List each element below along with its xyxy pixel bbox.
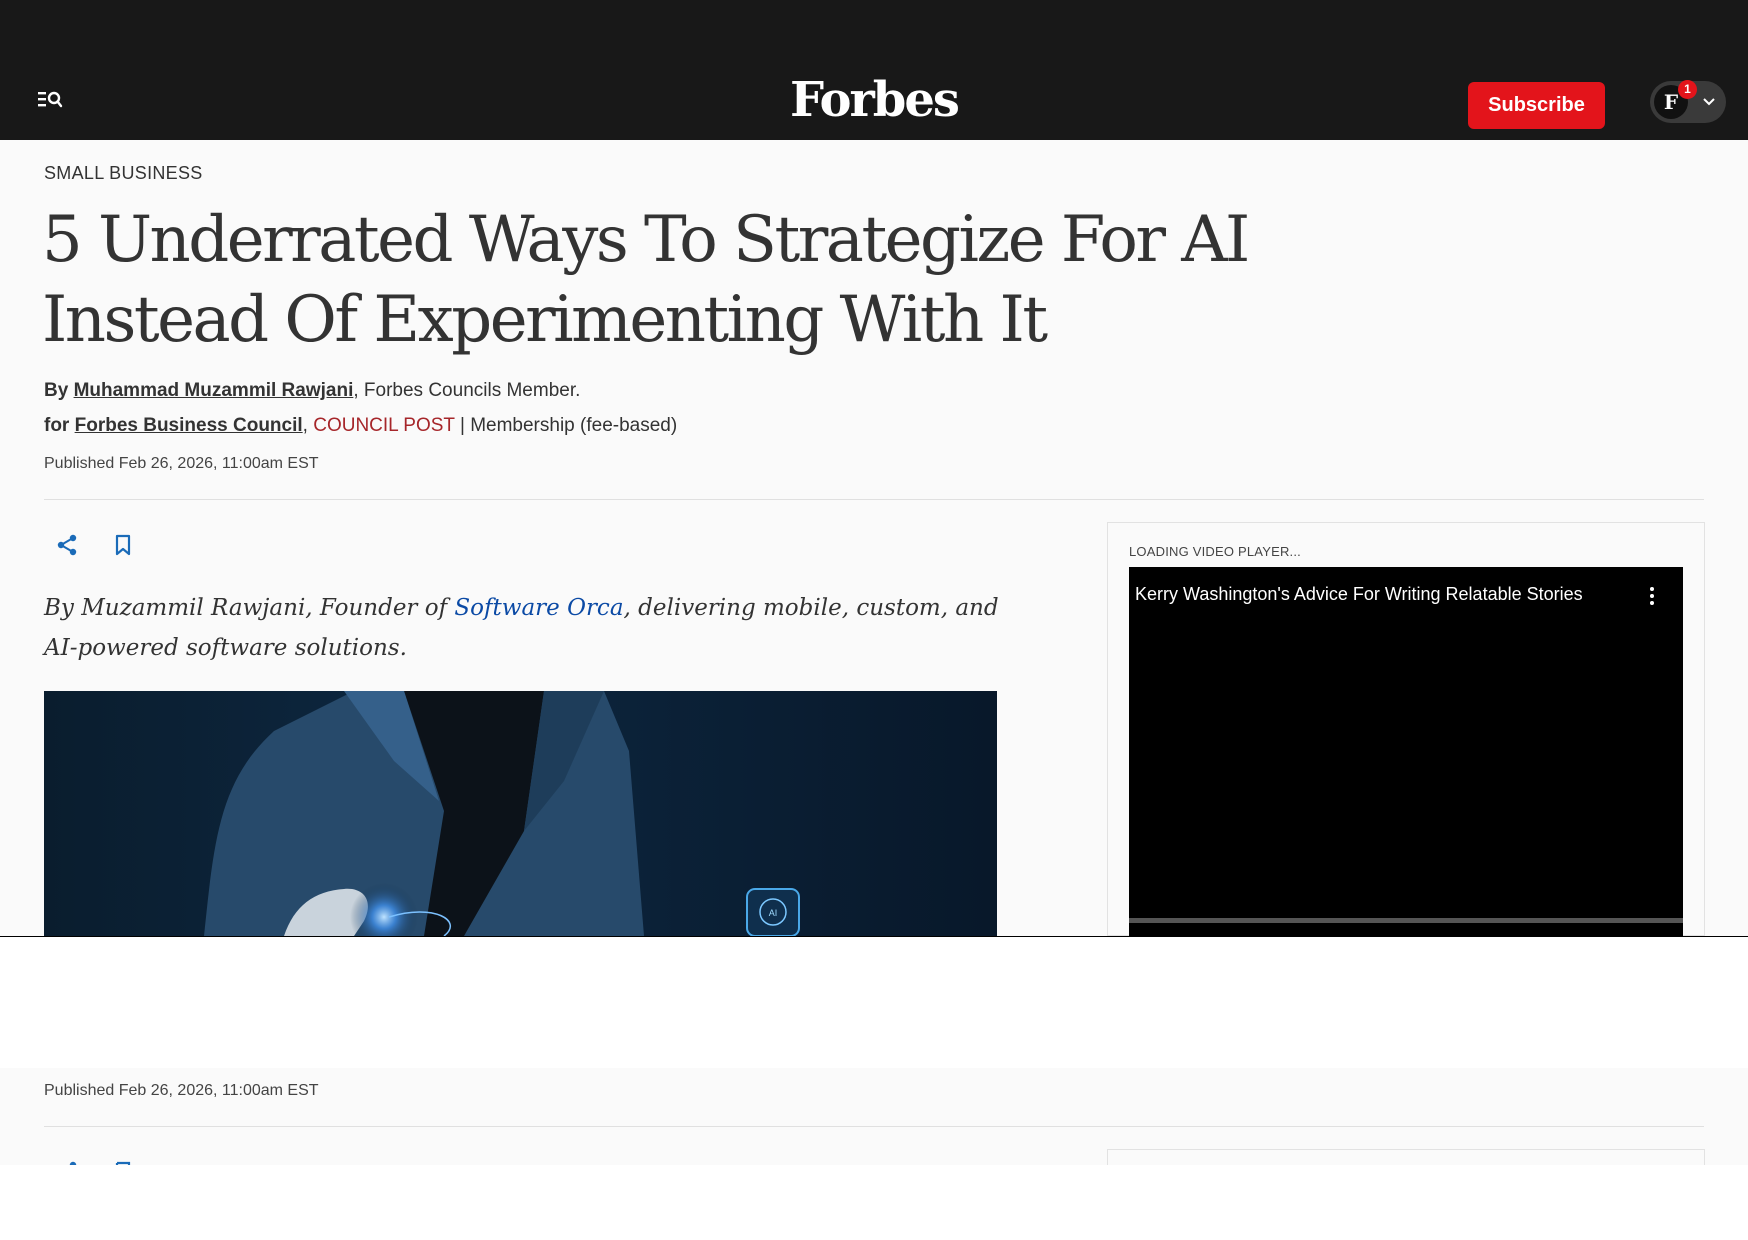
hero-image: AI — [44, 691, 997, 936]
software-orca-link[interactable]: Software Orca — [454, 595, 623, 621]
more-vertical-icon[interactable] — [1644, 585, 1660, 607]
published-date: Published Feb 26, 2026, 11:00am EST — [44, 455, 319, 472]
top-navigation-bar: Forbes Subscribe F 1 — [0, 0, 1748, 140]
bookmark-icon[interactable] — [112, 1160, 134, 1165]
for-prefix: for — [44, 415, 70, 436]
account-menu[interactable]: F 1 — [1650, 80, 1726, 123]
ai-chip-icon: AI — [746, 888, 800, 936]
council-link[interactable]: Forbes Business Council — [75, 415, 303, 436]
article-headline: 5 Underrated Ways To Strategize For AI I… — [42, 203, 1250, 357]
ai-badge-label: AI — [769, 908, 778, 918]
video-panel-repeat — [1107, 1149, 1705, 1165]
video-player[interactable]: Kerry Washington's Advice For Writing Re… — [1129, 567, 1683, 936]
published-date-repeat: Published Feb 26, 2026, 11:00am EST — [44, 1082, 319, 1099]
video-loading-label: LOADING VIDEO PLAYER... — [1129, 544, 1301, 559]
viewport-edge-line — [0, 936, 1748, 937]
subscribe-button[interactable]: Subscribe — [1468, 82, 1605, 129]
share-icon[interactable] — [54, 532, 80, 558]
council-line: for Forbes Business Council, COUNCIL POS… — [44, 415, 678, 436]
chevron-down-icon — [1703, 98, 1715, 106]
video-title[interactable]: Kerry Washington's Advice For Writing Re… — [1135, 584, 1583, 605]
author-intro: By Muzammil Rawjani, Founder of Software… — [44, 588, 1004, 668]
bookmark-icon[interactable] — [112, 533, 134, 557]
share-icon[interactable] — [54, 1159, 80, 1165]
byline-suffix: Forbes Councils Member. — [363, 380, 581, 401]
council-post-tag: COUNCIL POST — [313, 415, 455, 436]
intro-text-start: By Muzammil Rawjani, Founder of — [44, 595, 455, 621]
section-label[interactable]: SMALL BUSINESS — [44, 163, 203, 184]
membership-note: Membership (fee-based) — [470, 415, 678, 436]
notification-badge: 1 — [1678, 80, 1697, 99]
video-progress-bar[interactable] — [1129, 918, 1683, 923]
divider-repeat — [44, 1126, 1704, 1127]
divider — [44, 499, 1704, 500]
author-link[interactable]: Muhammad Muzammil Rawjani — [74, 380, 354, 401]
hero-illustration: AI — [204, 691, 800, 936]
byline: By Muhammad Muzammil Rawjani, Forbes Cou… — [44, 380, 581, 401]
byline-prefix: By — [44, 380, 69, 401]
